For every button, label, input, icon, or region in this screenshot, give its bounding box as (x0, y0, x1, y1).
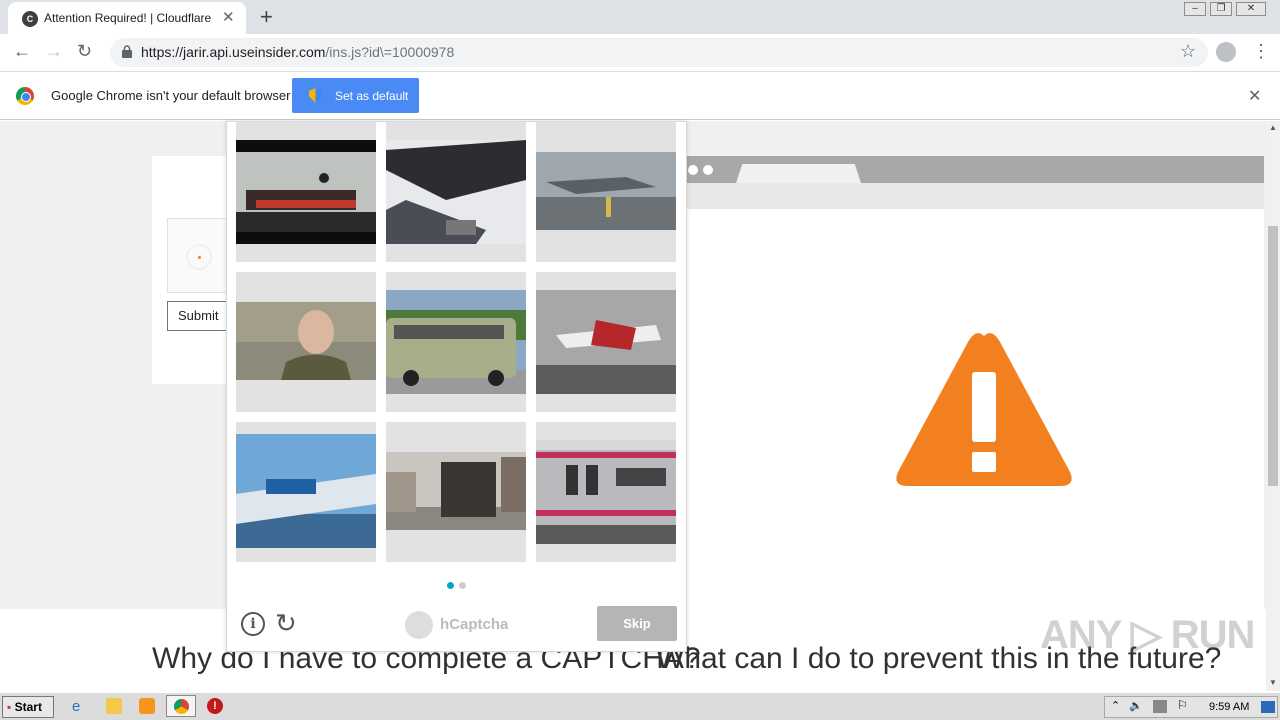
media-player-icon[interactable] (139, 698, 155, 714)
uac-shield-icon (309, 88, 322, 103)
scroll-thumb[interactable] (1268, 226, 1278, 486)
lock-icon (122, 45, 132, 58)
tab-strip: C Attention Required! | Cloudflare ✕ + –… (0, 0, 1280, 34)
image-tile-motorcycle[interactable] (386, 122, 526, 262)
volume-icon[interactable]: 🔈 (1129, 699, 1143, 712)
back-icon[interactable]: ← (13, 41, 31, 62)
browser-toolbar: ← → ↻ https://jarir.api.useinsider.com/i… (0, 34, 1280, 72)
bus-image (386, 290, 526, 394)
start-button[interactable]: ▪ Start (2, 696, 54, 718)
set-default-label: Set as default (335, 89, 409, 103)
start-label: Start (14, 700, 42, 714)
warning-icon (896, 333, 1072, 486)
loading-spinner-icon (186, 244, 212, 270)
ie-icon[interactable]: e (72, 698, 88, 715)
url-text: https://jarir.api.useinsider.com/ins.js?… (141, 44, 455, 60)
image-tile-city-street[interactable] (386, 422, 526, 562)
image-tile-aerobatic-plane[interactable] (236, 422, 376, 562)
cloudflare-favicon-icon: C (22, 11, 38, 27)
image-tile-propeller-plane[interactable] (536, 272, 676, 412)
reload-icon[interactable]: ↻ (77, 41, 92, 62)
refresh-icon[interactable]: ↻ (275, 608, 297, 639)
aerobatic-plane-image (236, 434, 376, 548)
chrome-taskbar-button[interactable] (166, 695, 196, 717)
windows-taskbar: ▪ Start e ! ⌃ 🔈 ⚐ 9:59 AM (0, 692, 1280, 720)
network-icon[interactable] (1153, 700, 1167, 713)
show-desktop-icon[interactable] (1261, 701, 1275, 713)
default-browser-infobar: Google Chrome isn't your default browser… (0, 72, 1280, 120)
forward-icon[interactable]: → (45, 41, 63, 62)
illustration-toolbar (686, 183, 1264, 209)
page-dot-active[interactable] (447, 582, 454, 589)
hcaptcha-challenge: i ↻ hCaptcha Skip (226, 121, 687, 652)
menu-dots-icon[interactable]: ⋮ (1252, 42, 1270, 60)
hcaptcha-brand: hCaptcha (440, 616, 509, 633)
propeller-plane-image (536, 290, 676, 394)
address-bar[interactable]: https://jarir.api.useinsider.com/ins.js?… (110, 38, 1208, 67)
explorer-folder-icon[interactable] (106, 698, 122, 714)
page-dot[interactable] (459, 582, 466, 589)
tab-close-icon[interactable]: ✕ (222, 8, 235, 26)
train-image (536, 440, 676, 544)
system-tray: ⌃ 🔈 ⚐ 9:59 AM (1104, 696, 1278, 718)
chrome-logo-icon (16, 87, 34, 105)
profile-avatar[interactable] (1216, 42, 1236, 62)
motorcycle-image (386, 140, 526, 244)
browser-tab[interactable]: C Attention Required! | Cloudflare ✕ (8, 2, 246, 34)
skip-button[interactable]: Skip (597, 606, 677, 641)
illustration-tab (736, 164, 861, 183)
scroll-down-icon[interactable]: ▼ (1269, 678, 1277, 687)
tray-expand-icon[interactable]: ⌃ (1111, 699, 1120, 712)
tab-title: Attention Required! | Cloudflare (44, 11, 212, 25)
restore-icon[interactable]: ❐ (1210, 2, 1232, 16)
bookmark-star-icon[interactable]: ☆ (1180, 41, 1196, 62)
scroll-up-icon[interactable]: ▲ (1269, 123, 1277, 132)
dragon-boat-image (236, 140, 376, 244)
window-close-icon[interactable]: ✕ (1236, 2, 1266, 16)
minimize-icon[interactable]: – (1184, 2, 1206, 16)
infobar-close-icon[interactable]: ✕ (1248, 86, 1261, 106)
image-tile-jet-carrier[interactable] (536, 122, 676, 262)
windows-flag-icon: ▪ (7, 700, 12, 714)
illustration-dot (703, 165, 713, 175)
infobar-message: Google Chrome isn't your default browser (51, 88, 291, 103)
new-tab-icon[interactable]: + (260, 4, 273, 30)
image-tile-dragon-boat[interactable] (236, 122, 376, 262)
set-default-button[interactable]: Set as default (292, 78, 419, 113)
image-tile-train[interactable] (536, 422, 676, 562)
taskbar-clock[interactable]: 9:59 AM (1209, 701, 1249, 713)
illustration-dot (688, 165, 698, 175)
image-tile-bus[interactable] (386, 272, 526, 412)
city-street-image (386, 452, 526, 530)
info-icon[interactable]: i (241, 612, 265, 636)
alert-app-icon[interactable]: ! (207, 698, 223, 714)
challenge-form: Submit (152, 156, 237, 384)
image-tile-soldier[interactable] (236, 272, 376, 412)
anyrun-watermark: ANY ▷ RUN (1040, 613, 1255, 657)
chrome-taskbar-icon (174, 699, 189, 714)
action-center-flag-icon[interactable]: ⚐ (1177, 698, 1188, 712)
illustration-titlebar (686, 156, 1264, 183)
hcaptcha-logo-icon (405, 611, 433, 639)
jet-carrier-image (536, 152, 676, 230)
page-scrollbar[interactable]: ▲ ▼ (1266, 121, 1280, 691)
soldier-image (236, 302, 376, 380)
browser-illustration (686, 156, 1264, 656)
